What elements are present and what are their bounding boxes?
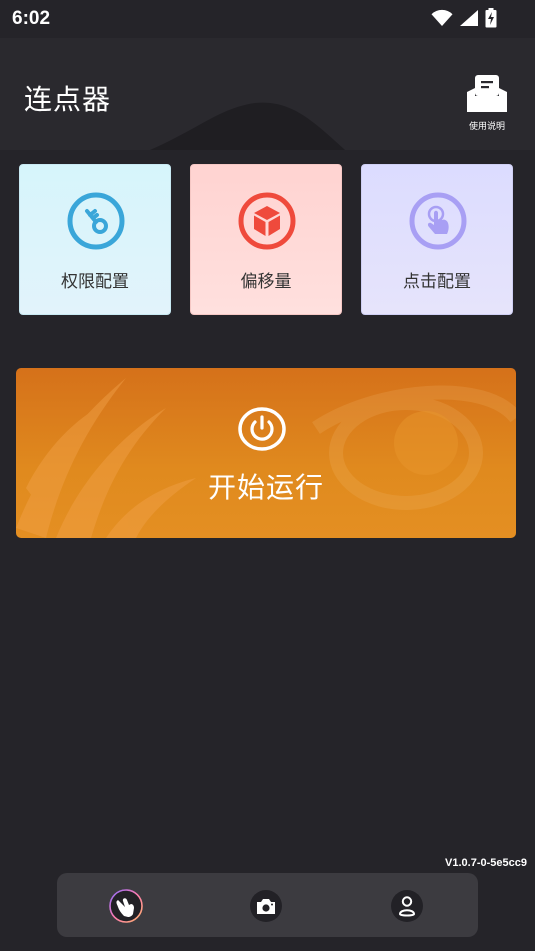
tap-finger-icon <box>409 192 467 250</box>
permission-config-card[interactable]: 权限配置 <box>19 164 171 315</box>
help-manual-button[interactable]: 使用说明 <box>458 74 516 132</box>
start-run-button[interactable]: 开始运行 <box>16 368 516 538</box>
user-icon <box>391 890 423 922</box>
version-label: V1.0.7-0-5e5cc9 <box>445 857 527 869</box>
offset-label: 偏移量 <box>240 272 292 292</box>
battery-charging-icon <box>485 8 497 28</box>
signal-icon <box>460 10 478 26</box>
power-icon <box>238 407 286 451</box>
key-icon <box>67 192 125 250</box>
status-time: 6:02 <box>12 8 51 29</box>
start-run-label: 开始运行 <box>207 471 324 504</box>
click-config-label: 点击配置 <box>403 272 471 292</box>
nav-profile-button[interactable] <box>390 889 424 923</box>
nav-clicker-button[interactable] <box>109 889 143 923</box>
permission-config-label: 权限配置 <box>61 272 129 292</box>
camera-icon <box>250 890 282 922</box>
touch-hand-icon <box>109 889 143 923</box>
app-header: 连点器 使用说明 <box>0 38 535 150</box>
bottom-nav <box>57 873 478 937</box>
help-manual-label: 使用说明 <box>468 122 505 132</box>
cube-icon <box>238 192 296 250</box>
wifi-icon <box>431 9 453 26</box>
status-icons <box>431 7 497 29</box>
page-title: 连点器 <box>24 83 112 116</box>
nav-screenshot-button[interactable] <box>249 889 283 923</box>
start-button-decoration <box>16 378 516 538</box>
offset-card[interactable]: 偏移量 <box>190 164 342 315</box>
click-config-card[interactable]: 点击配置 <box>361 164 513 315</box>
status-bar: 6:02 <box>0 0 535 38</box>
manual-icon <box>467 75 507 112</box>
